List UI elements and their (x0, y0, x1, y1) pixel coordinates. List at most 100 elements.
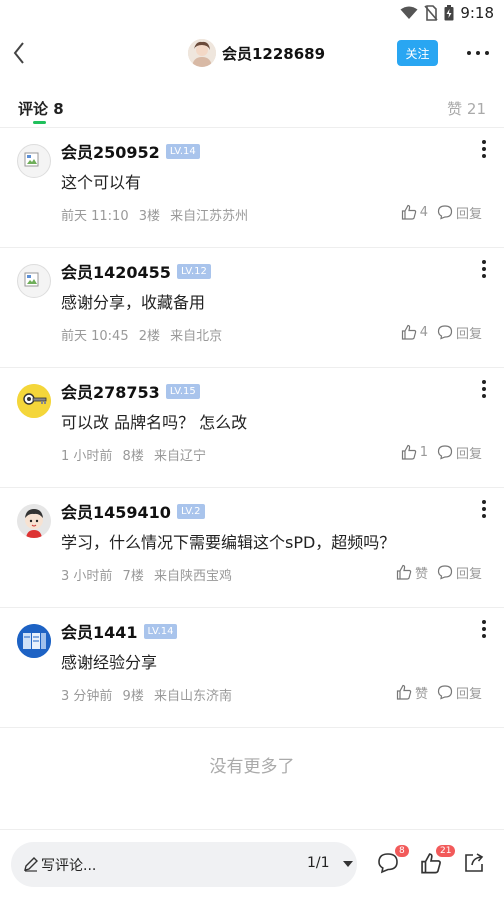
comment-location: 来自江苏苏州 (170, 209, 249, 224)
comment-floor: 9楼 (122, 689, 144, 704)
tab-likes[interactable]: 赞 21 (447, 98, 486, 119)
bottom-bar: 写评论... 1/1 8 21 (0, 829, 504, 897)
comment-location: 来自北京 (170, 329, 223, 344)
dot-icon (485, 51, 489, 55)
comment-more-button[interactable] (478, 138, 490, 160)
status-bar: 9:18 (0, 0, 504, 28)
avatar[interactable] (17, 624, 51, 658)
comment-item: 会员1420455 LV.12 感谢分享，收藏备用 前天 10:45 2楼 来自… (0, 248, 504, 368)
comment-more-button[interactable] (478, 498, 490, 520)
cartoon-boy-avatar-icon (17, 504, 51, 538)
reply-label: 回复 (456, 326, 483, 342)
comment-floor: 3楼 (138, 209, 161, 224)
comment-item: 会员1441 LV.14 感谢经验分享 3 分钟前 9楼 来自山东济南 赞 回复 (0, 608, 504, 728)
reply-label: 回复 (456, 686, 483, 702)
speech-bubble-icon (437, 205, 453, 220)
level-badge: LV.12 (176, 263, 211, 279)
write-comment-input[interactable]: 写评论... 1/1 (11, 842, 357, 887)
comment-time: 前天 11:10 (61, 209, 129, 224)
like-count: 4 (419, 204, 428, 220)
yellow-key-avatar-icon (17, 384, 51, 418)
like-button[interactable]: 赞 (386, 561, 428, 583)
comment-floor: 2楼 (138, 329, 161, 344)
commenter-name[interactable]: 会员250952 (61, 139, 160, 163)
speech-bubble-icon (437, 565, 453, 580)
comment-meta: 前天 10:45 2楼 来自北京 (61, 325, 228, 344)
comment-time: 前天 10:45 (61, 329, 129, 344)
commenter-name[interactable]: 会员1441 (61, 619, 138, 643)
comment-bubble-icon (378, 853, 398, 874)
caret-down-icon[interactable] (343, 861, 353, 867)
comment-meta: 3 分钟前 9楼 来自山东济南 (61, 685, 238, 704)
pencil-icon (24, 857, 38, 872)
comment-meta: 前天 11:10 3楼 来自江苏苏州 (61, 205, 254, 224)
comment-more-button[interactable] (478, 378, 490, 400)
no-sim-icon (424, 5, 438, 21)
commenter-name[interactable]: 会员1459410 (61, 499, 171, 523)
likes-badge: 21 (436, 845, 456, 857)
like-button[interactable]: 4 (386, 201, 428, 223)
status-time: 9:18 (460, 4, 494, 22)
share-icon (465, 853, 484, 872)
comment-location: 来自陕西宝鸡 (153, 569, 232, 584)
comments-badge: 8 (395, 845, 409, 857)
reply-button[interactable]: 回复 (437, 201, 482, 223)
blue-document-avatar-icon (17, 624, 51, 658)
broken-image-icon (24, 152, 39, 167)
more-options-button[interactable] (464, 41, 492, 65)
comment-floor: 7楼 (122, 569, 144, 584)
avatar[interactable] (17, 264, 51, 298)
level-badge: LV.15 (165, 383, 200, 399)
comment-time: 3 分钟前 (61, 689, 113, 704)
author-info[interactable]: 会员1228689 (188, 39, 325, 67)
like-count: 1 (419, 444, 428, 460)
page-indicator[interactable]: 1/1 (307, 855, 330, 871)
broken-image-icon (24, 272, 39, 287)
reply-button[interactable]: 回复 (437, 321, 482, 343)
thumbs-up-icon (401, 204, 416, 220)
reply-button[interactable]: 回复 (437, 681, 482, 703)
avatar[interactable] (17, 504, 51, 538)
like-button[interactable]: 赞 (386, 681, 428, 703)
comment-more-button[interactable] (478, 258, 490, 280)
tab-comments[interactable]: 评论 8 (18, 98, 64, 119)
commenter-name[interactable]: 会员278753 (61, 379, 160, 403)
comment-floor: 8楼 (122, 449, 144, 464)
comment-text: 感谢分享，收藏备用 (61, 293, 206, 312)
comment-text: 这个可以有 (61, 173, 142, 192)
author-name[interactable]: 会员1228689 (222, 43, 325, 64)
follow-button[interactable]: 关注 (397, 40, 438, 66)
reply-label: 回复 (456, 206, 483, 222)
comment-time: 1 小时前 (61, 449, 113, 464)
speech-bubble-icon (437, 685, 453, 700)
chevron-left-icon (13, 42, 24, 64)
dot-icon (467, 51, 471, 55)
like-button[interactable]: 4 (386, 321, 428, 343)
speech-bubble-icon (437, 445, 453, 460)
level-badge: LV.14 (165, 143, 200, 159)
avatar[interactable] (17, 384, 51, 418)
commenter-name[interactable]: 会员1420455 (61, 259, 171, 283)
comment-text: 学习，什么情况下需要编辑这个sPD，超频吗？ (61, 533, 396, 552)
comment-meta: 1 小时前 8楼 来自辽宁 (61, 445, 212, 464)
reply-button[interactable]: 回复 (437, 561, 482, 583)
reply-button[interactable]: 回复 (437, 441, 482, 463)
thumbs-up-icon (401, 444, 416, 460)
wifi-icon (400, 6, 418, 19)
comment-time: 3 小时前 (61, 569, 113, 584)
reply-label: 回复 (456, 446, 483, 462)
like-count: 赞 (414, 686, 428, 702)
back-button[interactable] (8, 38, 38, 68)
no-more-text: 没有更多了 (209, 757, 295, 777)
comment-more-button[interactable] (478, 618, 490, 640)
comment-location: 来自山东济南 (153, 689, 232, 704)
battery-icon (444, 5, 454, 21)
like-button[interactable]: 1 (386, 441, 428, 463)
tab-active-indicator (33, 121, 46, 124)
thumbs-up-icon (396, 684, 412, 700)
avatar[interactable] (17, 144, 51, 178)
level-badge: LV.2 (176, 503, 205, 519)
author-avatar[interactable] (188, 39, 216, 67)
comment-item: 会员250952 LV.14 这个可以有 前天 11:10 3楼 来自江苏苏州 … (0, 128, 504, 248)
write-comment-placeholder[interactable]: 写评论... (41, 855, 96, 875)
